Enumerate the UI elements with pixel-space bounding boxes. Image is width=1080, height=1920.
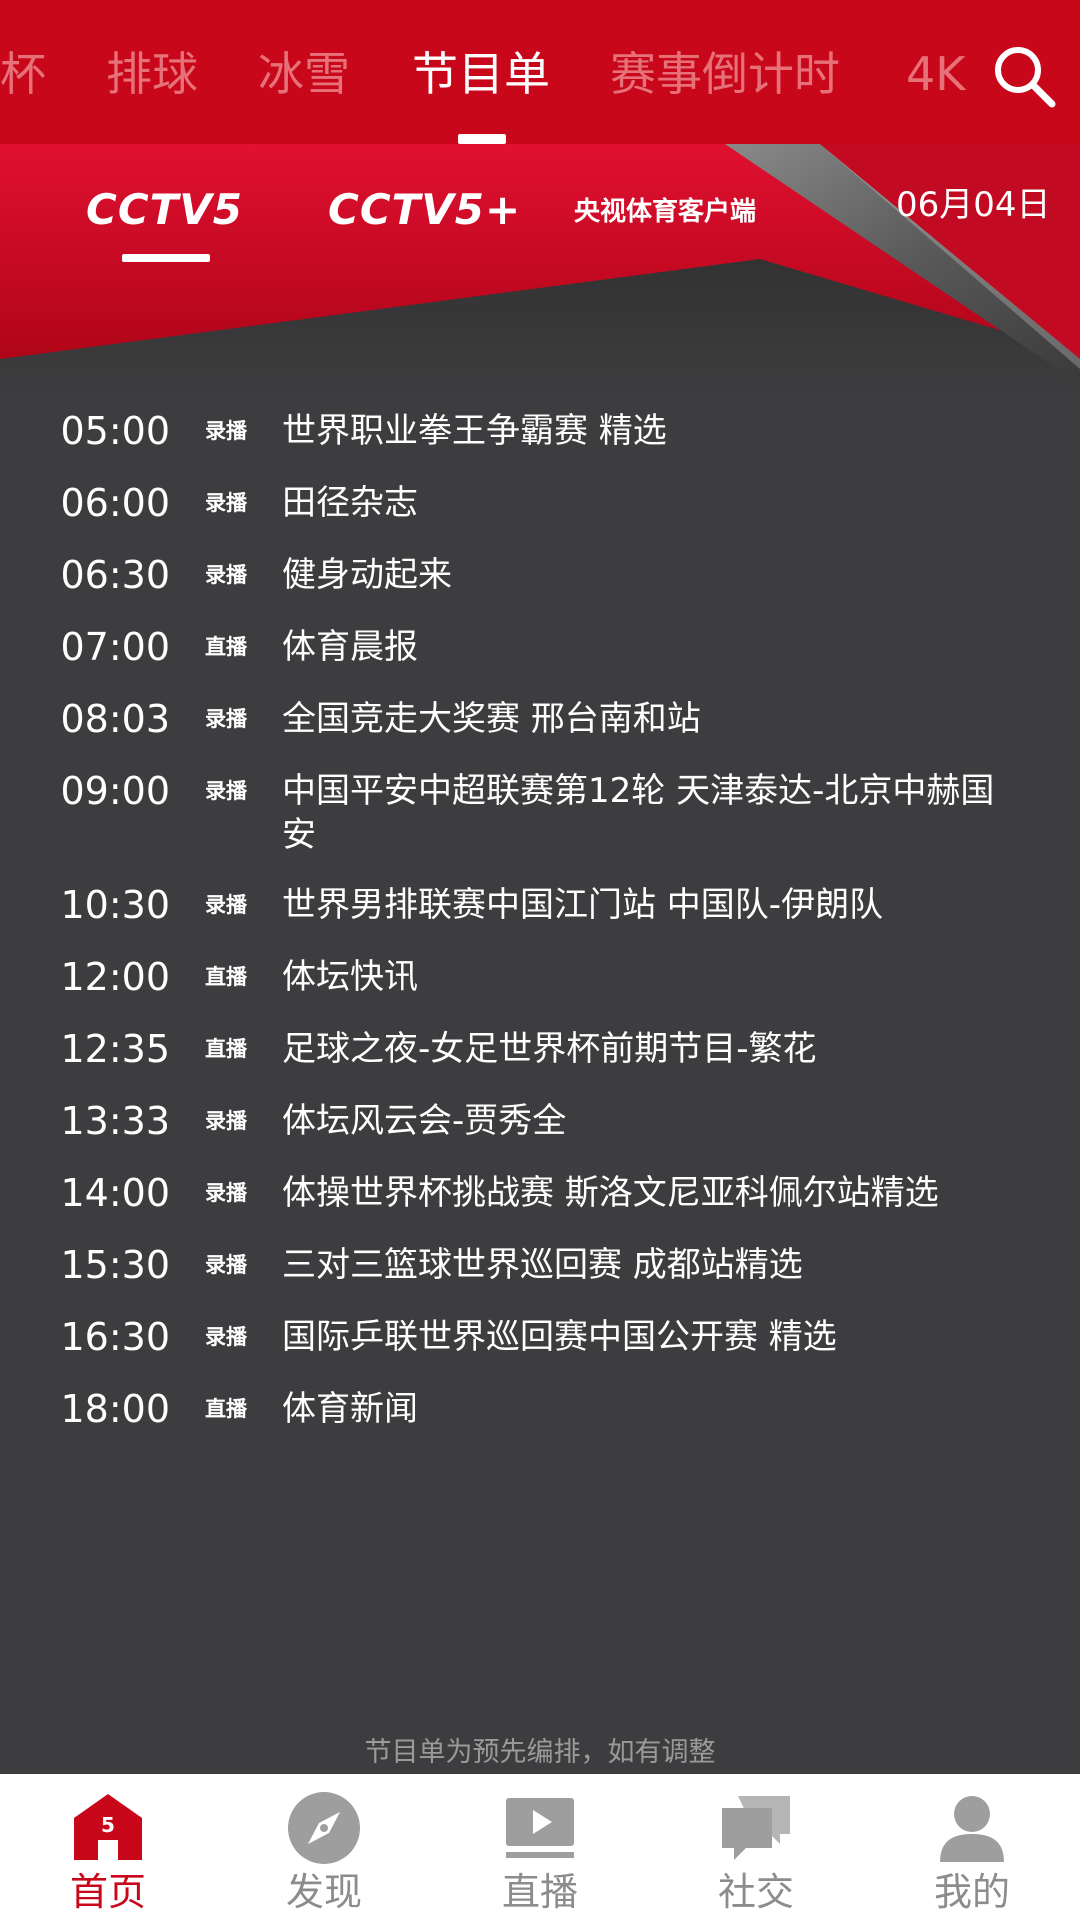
nav-home-label: 首页 <box>69 1870 146 1914</box>
program-time: 15:30 <box>60 1243 170 1287</box>
tab-4k[interactable]: 4K <box>906 44 965 104</box>
program-title: 世界职业拳王争霸赛 精选 <box>282 411 667 451</box>
program-time: 07:00 <box>60 625 170 669</box>
channel-cctv5[interactable]: CCTV5 <box>86 180 243 240</box>
program-time: 12:35 <box>60 1027 170 1071</box>
program-title: 体坛快讯 <box>282 957 418 997</box>
program-time: 09:00 <box>60 769 170 813</box>
schedule-row[interactable]: 06:30 录播 健身动起来 <box>0 539 1080 611</box>
program-time: 16:30 <box>60 1315 170 1359</box>
program-time: 05:00 <box>60 409 170 453</box>
schedule-row[interactable]: 05:00 录播 世界职业拳王争霸赛 精选 <box>0 395 1080 467</box>
schedule-row[interactable]: 06:00 录播 田径杂志 <box>0 467 1080 539</box>
nav-social[interactable]: 社交 <box>648 1774 864 1920</box>
broadcast-type-badge: 录播 <box>205 1325 247 1349</box>
program-title: 体操世界杯挑战赛 斯洛文尼亚科佩尔站精选 <box>282 1173 939 1213</box>
tab-volleyball[interactable]: 排球 <box>106 44 198 104</box>
tab-cup[interactable]: 杯 <box>0 44 46 104</box>
broadcast-type-badge: 录播 <box>205 1109 247 1133</box>
user-icon <box>940 1796 1004 1862</box>
program-time: 08:03 <box>60 697 170 741</box>
nav-profile-label: 我的 <box>933 1870 1010 1914</box>
program-title: 体育晨报 <box>282 627 418 667</box>
program-time: 18:00 <box>60 1387 170 1431</box>
schedule-row[interactable]: 09:00 录播 中国平安中超联赛第12轮 天津泰达-北京中赫国安 <box>0 755 1080 869</box>
nav-discover[interactable]: 发现 <box>216 1774 432 1920</box>
search-button[interactable] <box>990 42 1060 112</box>
broadcast-type-badge: 录播 <box>205 419 247 443</box>
broadcast-type-badge: 录播 <box>205 893 247 917</box>
nav-discover-label: 发现 <box>285 1870 362 1914</box>
schedule-disclaimer: 节目单为预先编排，如有调整 <box>364 1737 716 1768</box>
tab-ice-snow[interactable]: 冰雪 <box>258 44 350 104</box>
schedule-row[interactable]: 07:00 直播 体育晨报 <box>0 611 1080 683</box>
schedule-row[interactable]: 13:33 录播 体坛风云会-贾秀全 <box>0 1085 1080 1157</box>
client-name: 央视体育客户端 <box>574 197 757 227</box>
schedule-row[interactable]: 12:35 直播 足球之夜-女足世界杯前期节目-繁花 <box>0 1013 1080 1085</box>
schedule-list[interactable]: 05:00 录播 世界职业拳王争霸赛 精选 06:00 录播 田径杂志 06:30 录播 健身动… <box>0 395 1080 1640</box>
broadcast-type-badge: 直播 <box>205 965 247 989</box>
broadcast-type-badge: 录播 <box>205 707 247 731</box>
tab-schedule[interactable]: 节目单 <box>412 44 550 104</box>
program-title: 三对三篮球世界巡回赛 成都站精选 <box>282 1245 803 1285</box>
broadcast-type-badge: 录播 <box>205 491 247 515</box>
bottom-navigation: 5 首页 发现 直播 社交 我的 <box>0 1774 1080 1920</box>
program-title: 国际乒联世界巡回赛中国公开赛 精选 <box>282 1317 837 1357</box>
schedule-row[interactable]: 12:00 直播 体坛快讯 <box>0 941 1080 1013</box>
program-title: 田径杂志 <box>282 483 418 523</box>
home-icon: 5 <box>74 1794 142 1860</box>
schedule-row[interactable]: 08:03 录播 全国竞走大奖赛 邢台南和站 <box>0 683 1080 755</box>
broadcast-type-badge: 录播 <box>205 1253 247 1277</box>
chat-icon <box>722 1796 790 1860</box>
channel-cctv5-plus[interactable]: CCTV5+ <box>328 180 521 240</box>
nav-live-label: 直播 <box>501 1870 578 1914</box>
broadcast-type-badge: 录播 <box>205 779 247 803</box>
broadcast-type-badge: 录播 <box>205 563 247 587</box>
search-icon <box>995 47 1056 108</box>
schedule-date[interactable]: 06月04日 <box>896 180 1051 230</box>
schedule-row[interactable]: 18:00 直播 体育新闻 <box>0 1373 1080 1445</box>
program-time: 06:00 <box>60 481 170 525</box>
tab-countdown[interactable]: 赛事倒计时 <box>610 44 840 104</box>
nav-home[interactable]: 5 首页 <box>0 1774 216 1920</box>
program-title: 足球之夜-女足世界杯前期节目-繁花 <box>282 1029 817 1069</box>
schedule-row[interactable]: 16:30 录播 国际乒联世界巡回赛中国公开赛 精选 <box>0 1301 1080 1373</box>
broadcast-type-badge: 直播 <box>205 1037 247 1061</box>
program-time: 14:00 <box>60 1171 170 1215</box>
broadcast-type-badge: 直播 <box>205 1397 247 1421</box>
category-tab-bar: 杯 排球 冰雪 节目单 赛事倒计时 4K <box>0 0 1080 144</box>
compass-icon <box>288 1792 360 1864</box>
program-title: 健身动起来 <box>282 555 452 595</box>
program-title: 体育新闻 <box>282 1389 418 1429</box>
program-time: 10:30 <box>60 883 170 927</box>
schedule-row[interactable]: 15:30 录播 三对三篮球世界巡回赛 成都站精选 <box>0 1229 1080 1301</box>
broadcast-type-badge: 直播 <box>205 635 247 659</box>
channel-banner: CCTV5 CCTV5+ 央视体育客户端 06月04日 <box>0 144 1080 394</box>
schedule-row[interactable]: 10:30 录播 世界男排联赛中国江门站 中国队-伊朗队 <box>0 869 1080 941</box>
program-title: 世界男排联赛中国江门站 中国队-伊朗队 <box>282 885 884 925</box>
program-title: 体坛风云会-贾秀全 <box>282 1101 567 1141</box>
svg-text:5: 5 <box>101 1813 115 1837</box>
nav-profile[interactable]: 我的 <box>864 1774 1080 1920</box>
schedule-row[interactable]: 14:00 录播 体操世界杯挑战赛 斯洛文尼亚科佩尔站精选 <box>0 1157 1080 1229</box>
nav-live[interactable]: 直播 <box>432 1774 648 1920</box>
program-time: 13:33 <box>60 1099 170 1143</box>
nav-social-label: 社交 <box>717 1870 794 1914</box>
active-tab-indicator <box>458 134 506 144</box>
program-title: 全国竞走大奖赛 邢台南和站 <box>282 699 701 739</box>
program-title: 中国平安中超联赛第12轮 天津泰达-北京中赫国安 <box>282 771 995 855</box>
active-channel-indicator <box>122 254 210 262</box>
program-time: 06:30 <box>60 553 170 597</box>
live-tv-icon <box>506 1798 574 1858</box>
broadcast-type-badge: 录播 <box>205 1181 247 1205</box>
program-time: 12:00 <box>60 955 170 999</box>
